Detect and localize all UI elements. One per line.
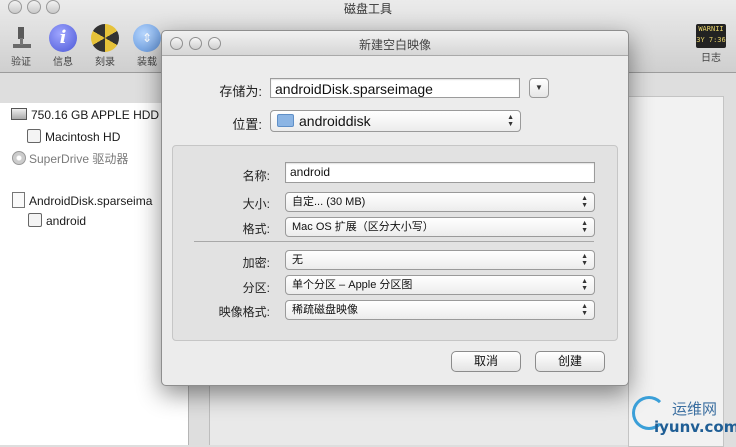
sidebar-item-apple-hdd[interactable]: 750.16 GB APPLE HDD [11, 108, 159, 122]
toolbar-verify-label: 验证 [11, 57, 31, 68]
name-label: 名称: [242, 169, 270, 183]
sidebar-item-label: android [46, 214, 87, 228]
toolbar-verify-button[interactable]: 验证 [1, 24, 41, 68]
new-blank-image-dialog: 新建空白映像 存储为: androidDisk.sparseimage ▼ 位置… [161, 30, 629, 386]
size-popup[interactable]: 自定... (30 MB) ▲ ▼ [285, 192, 595, 212]
image-format-label: 映像格式: [218, 305, 270, 319]
sidebar-item-label: SuperDrive 驱动器 [29, 152, 129, 166]
volume-icon [27, 129, 41, 143]
encryption-value: 无 [292, 254, 303, 266]
popup-arrows-icon: ▲ ▼ [581, 195, 588, 209]
volume-icon [28, 213, 42, 227]
popup-arrows-icon: ▲ ▼ [581, 303, 588, 317]
size-label: 大小: [242, 197, 270, 211]
sidebar-item-android-disk-image[interactable]: AndroidDisk.sparseima [12, 192, 152, 208]
encryption-popup[interactable]: 无 ▲ ▼ [285, 250, 595, 270]
sidebar-item-label: 750.16 GB APPLE HDD [31, 108, 160, 122]
create-button[interactable]: 创建 [535, 351, 605, 372]
mount-icon: ⇕ [133, 24, 161, 52]
name-field[interactable]: android [285, 162, 595, 183]
log-icon: WARNII 3Y 7:36 [696, 24, 726, 48]
popup-arrows-icon: ▲ ▼ [581, 253, 588, 267]
toolbar-burn-label: 刻录 [95, 57, 115, 68]
sidebar-item-android[interactable]: android [28, 213, 86, 228]
size-value: 自定... (30 MB) [292, 196, 366, 208]
sidebar-item-superdrive[interactable]: SuperDrive 驱动器 [12, 150, 128, 167]
disclosure-triangle-icon: ▼ [535, 83, 543, 92]
image-format-value: 稀疏磁盘映像 [292, 304, 358, 316]
format-popup[interactable]: Mac OS 扩展（区分大小写） ▲ ▼ [285, 217, 595, 237]
toolbar-log-button[interactable]: WARNII 3Y 7:36 日志 [691, 24, 731, 64]
sidebar-item-macintosh-hd[interactable]: Macintosh HD [27, 129, 120, 144]
popup-arrows-icon: ▲ ▼ [581, 278, 588, 292]
popup-arrows-icon: ▲ ▼ [581, 220, 588, 234]
folder-icon [277, 114, 294, 127]
watermark-logo: 运维网 iyunv.com [632, 396, 736, 442]
format-value: Mac OS 扩展（区分大小写） [292, 221, 434, 233]
dialog-titlebar: 新建空白映像 [162, 31, 628, 56]
app-title: 磁盘工具 [343, 2, 392, 16]
hard-disk-icon [11, 108, 27, 120]
partitions-label: 分区: [242, 281, 270, 295]
microscope-icon [7, 24, 35, 52]
partitions-popup[interactable]: 单个分区 – Apple 分区图 ▲ ▼ [285, 275, 595, 295]
options-separator [194, 241, 594, 242]
save-as-label: 存储为: [219, 84, 262, 99]
encryption-label: 加密: [242, 256, 270, 270]
toolbar-log-label: 日志 [701, 53, 721, 64]
toolbar-burn-button[interactable]: 刻录 [85, 24, 125, 68]
where-popup[interactable]: androiddisk ▲ ▼ [270, 110, 521, 132]
popup-arrows-icon: ▲ ▼ [507, 114, 514, 128]
where-value: androiddisk [299, 113, 371, 129]
format-label: 格式: [242, 222, 270, 236]
sidebar-item-label: Macintosh HD [45, 130, 121, 144]
sidebar-item-label: AndroidDisk.sparseima [29, 194, 153, 208]
detail-side-panel [628, 96, 724, 447]
image-format-popup[interactable]: 稀疏磁盘映像 ▲ ▼ [285, 300, 595, 320]
cancel-button[interactable]: 取消 [451, 351, 521, 372]
dialog-title: 新建空白映像 [358, 38, 431, 52]
expand-dialog-button[interactable]: ▼ [529, 78, 549, 98]
where-label: 位置: [232, 117, 262, 132]
save-as-field[interactable]: androidDisk.sparseimage [270, 78, 520, 98]
burn-icon [91, 24, 119, 52]
toolbar-info-button[interactable]: i 信息 [43, 24, 83, 68]
toolbar-info-label: 信息 [53, 57, 73, 68]
partitions-value: 单个分区 – Apple 分区图 [292, 279, 413, 291]
optical-disc-icon [12, 151, 26, 165]
watermark-line1: 运维网 [672, 400, 718, 418]
disk-image-icon [12, 192, 25, 208]
info-icon: i [49, 24, 77, 52]
watermark-line2: iyunv.com [654, 418, 736, 436]
